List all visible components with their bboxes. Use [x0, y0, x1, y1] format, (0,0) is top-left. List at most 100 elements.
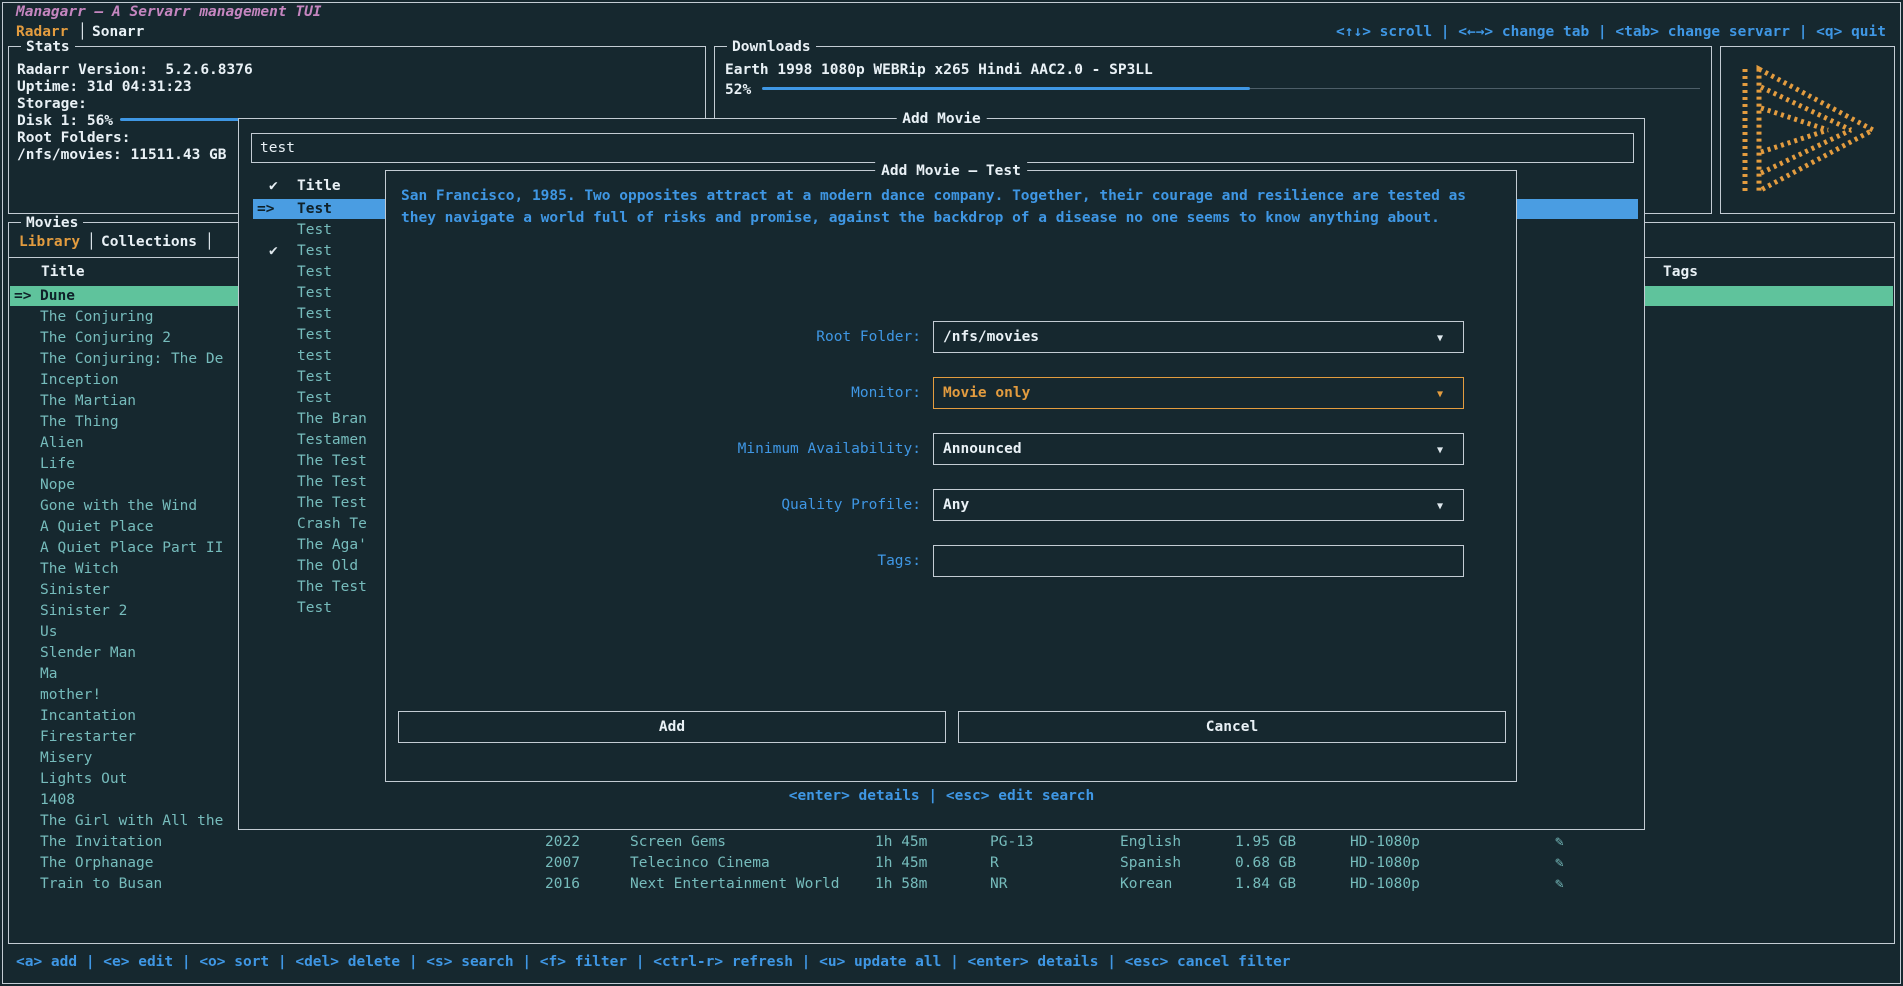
result-title: The Old	[297, 557, 358, 575]
table-row[interactable]: Train to Busan 2016 Next Entertainment Wor…	[10, 874, 1893, 894]
movie-title: Slender Man	[40, 644, 136, 662]
table-row[interactable]: The Invitation2022Screen Gems1h 45mPG-13…	[10, 832, 1893, 852]
add-movie-popup-title: Add Movie	[896, 110, 987, 128]
monitored-icon: ✎	[1555, 875, 1564, 893]
select-field[interactable]: /nfs/movies ▼	[933, 321, 1464, 353]
result-title: The Test	[297, 473, 367, 491]
movie-rating: PG-13	[990, 833, 1034, 851]
managarr-logo-icon	[1733, 63, 1883, 197]
search-input[interactable]	[251, 133, 1634, 163]
download-progress-gauge	[762, 87, 1250, 90]
movie-size: 0.68 GB	[1235, 854, 1296, 872]
movie-title: Alien	[40, 434, 84, 452]
movie-title: The Thing	[40, 413, 119, 431]
movie-language: English	[1120, 833, 1181, 851]
tab-sonarr[interactable]: Sonarr	[92, 23, 144, 41]
movie-title: The Conjuring: The De	[40, 350, 223, 368]
tab-separator: │	[205, 233, 214, 251]
result-title: The Test	[297, 494, 367, 512]
table-row[interactable]: The Orphanage2007Telecinco Cinema1h 45mR…	[10, 853, 1893, 873]
result-title: The Test	[297, 578, 367, 596]
movie-title: A Quiet Place	[40, 518, 154, 536]
result-title: Test	[297, 305, 332, 323]
movie-runtime: 1h 58m	[875, 875, 927, 893]
selected-row-prefix: =>	[257, 200, 274, 218]
tab-separator: │	[78, 23, 87, 41]
movie-year: 2016	[545, 875, 580, 893]
select-field[interactable]: Announced ▼	[933, 433, 1464, 465]
download-progress-track	[1250, 88, 1700, 89]
movie-title: Lights Out	[40, 770, 127, 788]
field-value: Movie only	[943, 384, 1030, 402]
field-label: Monitor:	[486, 384, 921, 402]
field-value: Announced	[943, 440, 1022, 458]
result-title: Test	[297, 389, 332, 407]
monitored-icon: ✎	[1555, 854, 1564, 872]
selected-row-prefix: =>	[14, 287, 31, 305]
downloads-panel-title: Downloads	[727, 38, 816, 56]
movie-quality: HD-1080p	[1350, 833, 1420, 851]
movie-title: Dune	[40, 287, 75, 305]
tab-separator: │	[87, 233, 96, 251]
stat-version: Radarr Version: 5.2.6.8376	[17, 61, 253, 79]
add-movie-modal-title: Add Movie — Test	[875, 162, 1027, 180]
movie-title: Gone with the Wind	[40, 497, 197, 515]
result-title: Testamen	[297, 431, 367, 449]
movie-title: The Orphanage	[40, 854, 154, 872]
result-title: Test	[297, 326, 332, 344]
movie-title: Firestarter	[40, 728, 136, 746]
result-title: Test	[297, 263, 332, 281]
result-title: The Bran	[297, 410, 367, 428]
result-title: Test	[297, 284, 332, 302]
column-header-tags: Tags	[1663, 263, 1698, 281]
movie-title: The Witch	[40, 560, 119, 578]
results-header-check-icon: ✔	[269, 177, 278, 195]
movie-title: The Martian	[40, 392, 136, 410]
download-item: Earth 1998 1080p WEBRip x265 Hindi AAC2.…	[725, 61, 1153, 79]
bottom-help-bar: <a> add | <e> edit | <o> sort | <del> de…	[16, 953, 1291, 971]
top-help: <↑↓> scroll | <←→> change tab | <tab> ch…	[1336, 23, 1886, 41]
movie-runtime: 1h 45m	[875, 854, 927, 872]
movie-title: Nope	[40, 476, 75, 494]
movie-title: Misery	[40, 749, 92, 767]
movie-rating: NR	[990, 875, 1007, 893]
field-value: Any	[943, 496, 969, 514]
dropdown-arrow-icon: ▼	[1437, 442, 1443, 460]
movie-studio: Screen Gems	[630, 833, 726, 851]
movie-title: The Girl with All the	[40, 812, 223, 830]
add-button[interactable]: Add	[398, 711, 946, 743]
in-library-check-icon: ✔	[269, 242, 278, 260]
movie-size: 1.84 GB	[1235, 875, 1296, 893]
movie-runtime: 1h 45m	[875, 833, 927, 851]
tab-collections[interactable]: Collections	[101, 233, 197, 251]
movie-language: Spanish	[1120, 854, 1181, 872]
movie-title: Incantation	[40, 707, 136, 725]
movie-description: San Francisco, 1985. Two opposites attra…	[401, 185, 1486, 229]
movie-title: The Conjuring	[40, 308, 154, 326]
app-title: Managarr — A Servarr management TUI	[16, 3, 322, 21]
cancel-button[interactable]: Cancel	[958, 711, 1506, 743]
movie-title: The Conjuring 2	[40, 329, 171, 347]
movie-title: A Quiet Place Part II	[40, 539, 223, 557]
result-title: The Aga'	[297, 536, 367, 554]
field-label: Root Folder:	[486, 328, 921, 346]
input-field[interactable]	[933, 545, 1464, 577]
stat-storage-label: Storage:	[17, 95, 87, 113]
movie-rating: R	[990, 854, 999, 872]
logo-panel	[1720, 46, 1895, 214]
movie-studio: Next Entertainment World	[630, 875, 840, 893]
result-title: Test	[297, 599, 332, 617]
select-field[interactable]: Any ▼	[933, 489, 1464, 521]
movie-year: 2022	[545, 833, 580, 851]
field-value: /nfs/movies	[943, 328, 1039, 346]
movie-studio: Telecinco Cinema	[630, 854, 770, 872]
dropdown-arrow-icon: ▼	[1437, 330, 1443, 348]
managarr-screen: Managarr — A Servarr management TUI Rada…	[0, 0, 1903, 986]
popup-help: <enter> details | <esc> edit search	[239, 787, 1644, 805]
movie-title: Train to Busan	[40, 875, 162, 893]
dropdown-arrow-icon: ▼	[1437, 498, 1443, 516]
select-field[interactable]: Movie only ▼	[933, 377, 1464, 409]
dropdown-arrow-icon: ▼	[1437, 386, 1443, 404]
tab-library[interactable]: Library	[19, 233, 80, 251]
movie-quality: HD-1080p	[1350, 875, 1420, 893]
